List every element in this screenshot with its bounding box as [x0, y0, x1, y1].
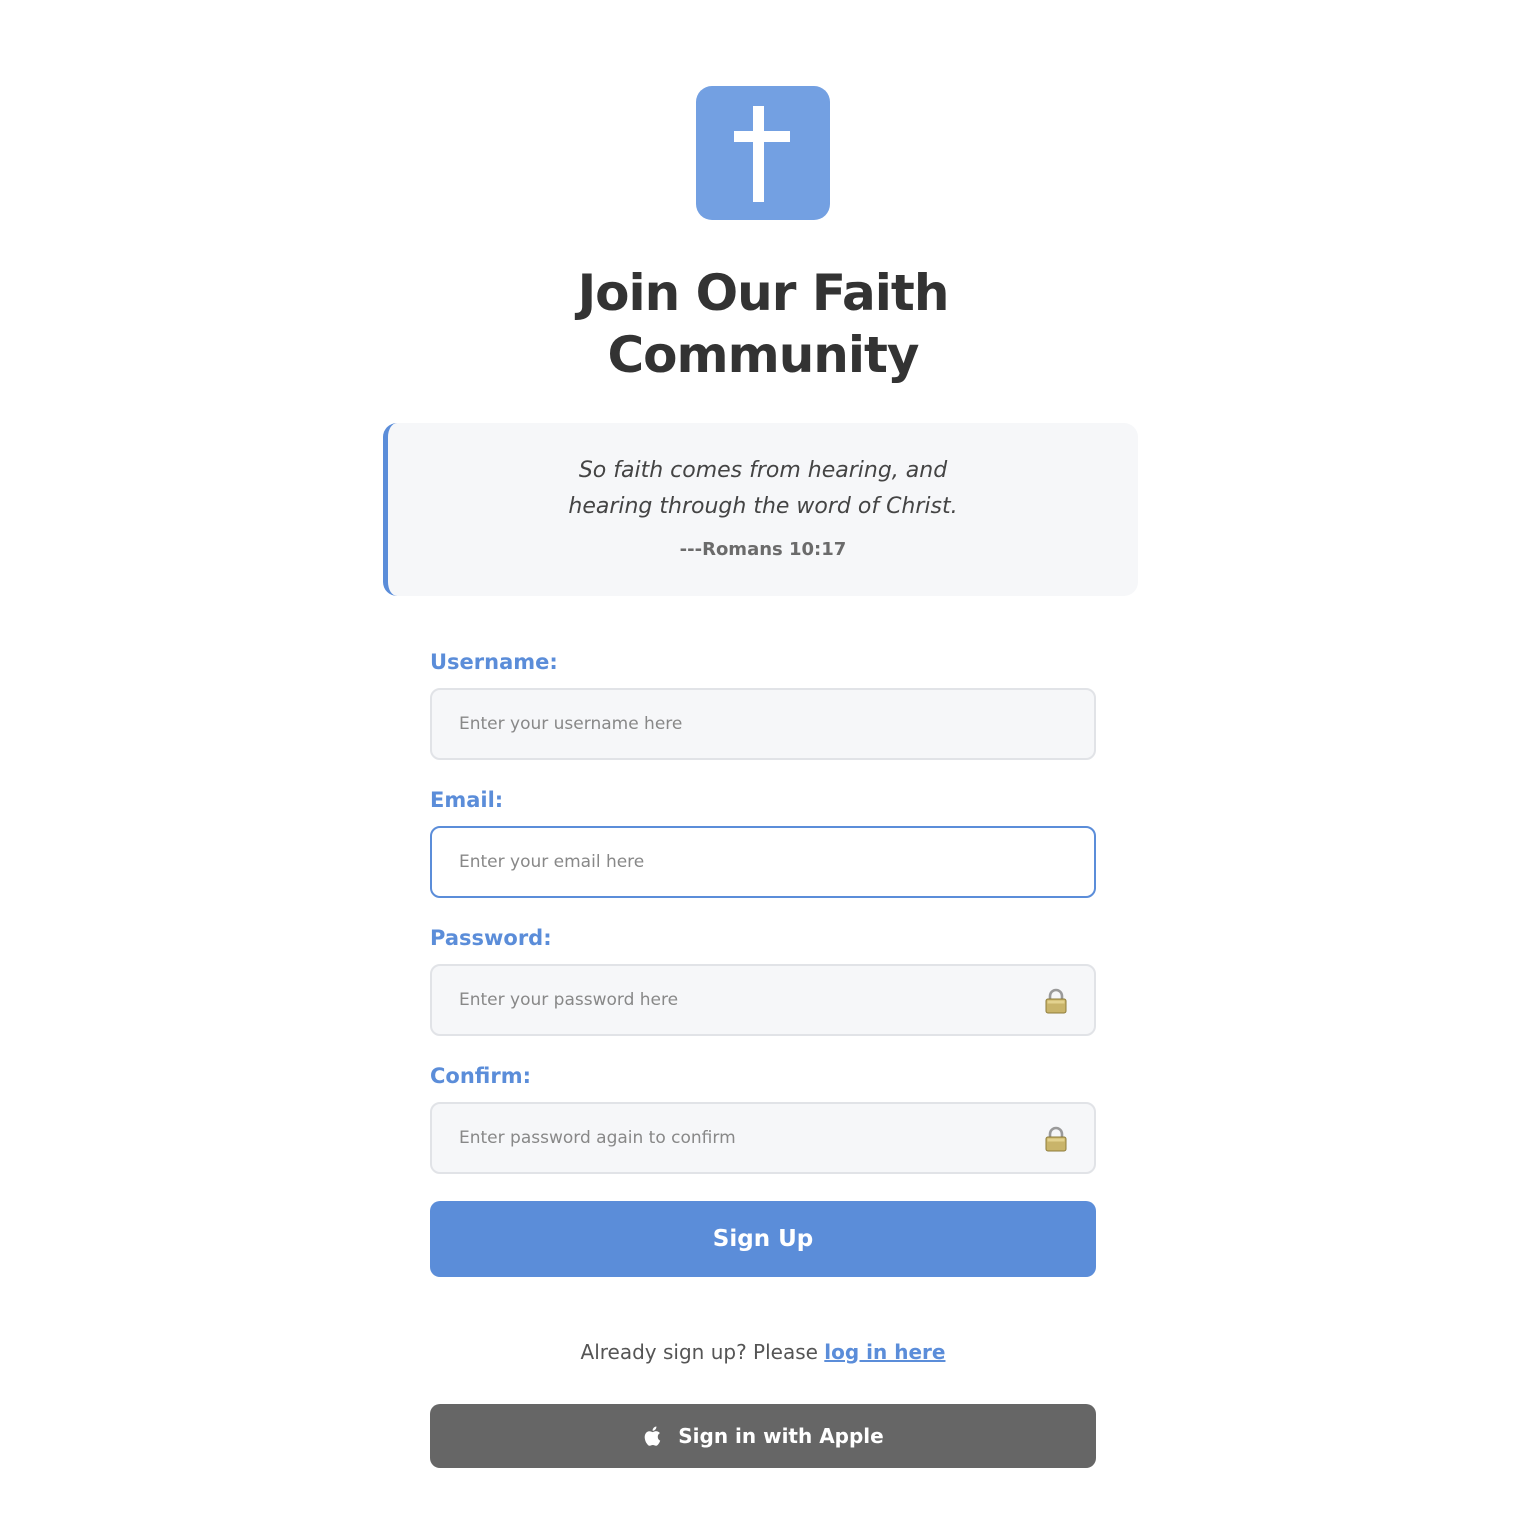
login-link[interactable]: log in here	[824, 1340, 945, 1364]
lock-icon	[1045, 1126, 1067, 1152]
apple-icon	[644, 1426, 661, 1446]
confirm-password-input[interactable]	[432, 1104, 1094, 1172]
password-label: Password:	[430, 926, 552, 950]
apple-button-label: Sign in with Apple	[678, 1424, 884, 1448]
verse-line-2: hearing through the word of Christ.	[568, 494, 958, 519]
verse-reference: ---Romans 10:17	[679, 539, 847, 560]
bible-verse-card: So faith comes from hearing, and hearing…	[383, 423, 1138, 596]
login-prompt: Already sign up? Please log in here	[430, 1340, 1096, 1364]
username-label: Username:	[430, 650, 558, 674]
username-input[interactable]	[432, 690, 1094, 758]
confirm-label: Confirm:	[430, 1064, 531, 1088]
verse-quote: So faith comes from hearing, and hearing…	[388, 453, 1138, 525]
sign-in-with-apple-button[interactable]: Sign in with Apple	[430, 1404, 1096, 1468]
cross-icon	[696, 86, 830, 220]
page-title: Join Our Faith Community	[577, 264, 950, 384]
username-field-box	[430, 688, 1096, 760]
email-field-box	[430, 826, 1096, 898]
lock-icon	[1045, 988, 1067, 1014]
email-label: Email:	[430, 788, 504, 812]
password-field-box	[430, 964, 1096, 1036]
sign-up-button[interactable]: Sign Up	[430, 1201, 1096, 1277]
login-prompt-text: Already sign up? Please	[580, 1340, 825, 1364]
email-input[interactable]	[432, 828, 1094, 896]
signup-page: Join Our Faith Community So faith comes …	[0, 0, 1518, 1534]
password-input[interactable]	[432, 966, 1094, 1034]
verse-line-1: So faith comes from hearing, and	[578, 458, 948, 483]
confirm-field-box	[430, 1102, 1096, 1174]
